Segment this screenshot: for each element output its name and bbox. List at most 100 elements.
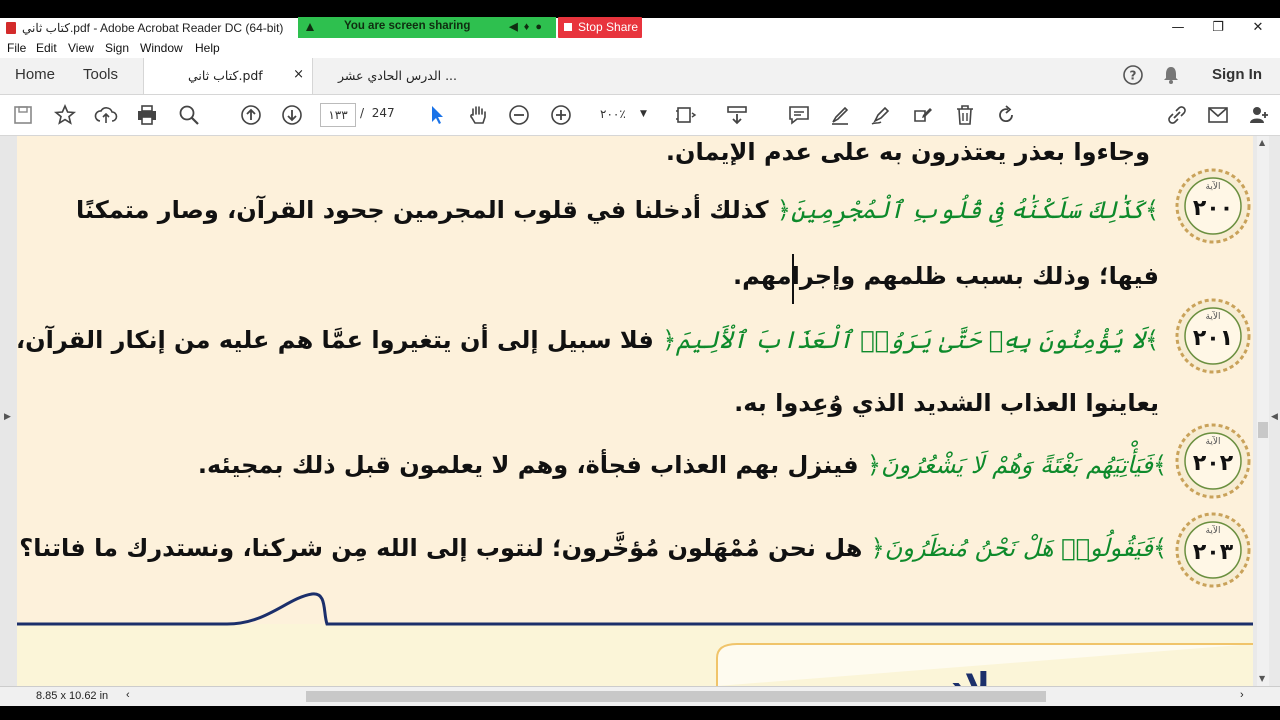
text-line: وجاءوا بعذر يعتذرون به على عدم الإيمان. [665, 138, 1150, 166]
page-number-input[interactable]: ١٣٣ [320, 103, 356, 127]
zoom-select[interactable]: ٢٠٠٪ ▼ [594, 103, 654, 125]
share-status-icons[interactable]: ◀♦● [509, 20, 548, 33]
print-icon[interactable] [135, 103, 159, 127]
bell-icon[interactable] [1160, 64, 1182, 86]
quran-bracket: ﴾ [1144, 196, 1159, 224]
verse-number-medallion: الآية ٢٠٢ [1175, 419, 1251, 503]
vertical-scrollbar[interactable]: ▲ ▼ [1257, 136, 1269, 686]
verse-number: ٢٠١ [1192, 326, 1234, 351]
horizontal-scroll-thumb[interactable] [306, 691, 1046, 702]
mic-icon[interactable]: ♦ [524, 21, 536, 33]
trash-icon[interactable] [953, 103, 977, 127]
verse-number: ٢٠٢ [1192, 451, 1234, 476]
verse-number: ٢٠٠ [1192, 196, 1234, 221]
search-icon[interactable] [177, 103, 201, 127]
scroll-up-icon[interactable]: ▲ [1259, 138, 1265, 147]
document-tab-active[interactable]: كتاب ثاني.pdf × [143, 58, 313, 94]
minimize-button[interactable]: — [1158, 18, 1198, 40]
speaker-icon[interactable]: ◀ [509, 21, 523, 33]
section-divider [17, 592, 1253, 686]
verse-number-medallion: الآية ٢٠١ [1175, 294, 1251, 378]
screen-bottom-border [0, 706, 1280, 720]
menu-window[interactable]: Window [140, 41, 183, 55]
screen-share-bar: You are screen sharing ◀♦● [298, 17, 556, 38]
expand-right-panel-icon[interactable]: ◀ [1271, 412, 1278, 422]
document-tab[interactable]: الدرس الحادي عشر ... [312, 58, 482, 94]
restore-button[interactable]: ❐ [1198, 18, 1238, 40]
sign-in-button[interactable]: Sign In [1212, 66, 1262, 83]
select-cursor-icon[interactable] [425, 103, 449, 127]
scroll-thumb[interactable] [1258, 422, 1268, 438]
quran-verse: كَذَٰلِكَ سَلَكْنَٰهُ فِى قُلُوبِ ٱلْمُج… [790, 196, 1145, 224]
tafsir-text: فلا سبيل إلى أن يتغيروا عمَّا هم عليه من… [17, 326, 654, 354]
email-icon[interactable] [1206, 103, 1230, 127]
verse-line: ﴾فَيَقُولُوا۟ هَلْ نَحْنُ مُنظَرُونَ﴿ هل… [19, 534, 1167, 562]
screen-share-message: You are screen sharing [344, 20, 471, 32]
page-total: / 247 [360, 106, 395, 120]
menu-view[interactable]: View [68, 41, 94, 55]
page-size-label: 8.85 x 10.62 in [36, 690, 109, 702]
text-line: فيها؛ وذلك بسبب ظلمهم وإجرامهم. [732, 262, 1159, 290]
close-window-button[interactable]: ✕ [1238, 18, 1278, 40]
highlight-pen-icon[interactable] [828, 103, 852, 127]
quran-verse: فَيَقُولُوا۟ هَلْ نَحْنُ مُنظَرُونَ [884, 534, 1153, 562]
hand-tool-icon[interactable] [466, 103, 490, 127]
comment-icon[interactable] [787, 103, 811, 127]
quran-bracket: ﴿ [776, 196, 791, 224]
shield-icon: ● [535, 21, 548, 33]
zoom-in-icon[interactable] [549, 103, 573, 127]
verse-number: ٢٠٣ [1192, 540, 1234, 565]
menu-edit[interactable]: Edit [36, 41, 57, 55]
fit-page-icon[interactable] [673, 103, 697, 127]
expand-left-panel-icon[interactable]: ▶ [4, 412, 11, 422]
share-user-icon[interactable] [1247, 103, 1271, 127]
close-tab-icon[interactable]: × [293, 67, 304, 82]
next-page-icon[interactable] [280, 103, 304, 127]
tab-home[interactable]: Home [15, 66, 55, 83]
verse-number-medallion: الآية ٢٠٠ [1175, 164, 1251, 248]
quran-bracket: ﴾ [1152, 451, 1167, 479]
redo-icon[interactable] [994, 103, 1018, 127]
scroll-down-icon[interactable]: ▼ [1259, 674, 1265, 683]
star-icon[interactable] [53, 103, 77, 127]
verse-line: ﴾كَذَٰلِكَ سَلَكْنَٰهُ فِى قُلُوبِ ٱلْمُ… [76, 196, 1159, 224]
verse-line: ﴾لَا يُؤْمِنُونَ بِهِۦ حَتَّىٰ يَرَوُا۟ … [17, 326, 1159, 354]
quran-bracket: ﴿ [870, 534, 885, 562]
scroll-mode-icon[interactable] [725, 103, 749, 127]
scroll-left-icon[interactable]: ‹ [126, 689, 130, 701]
previous-page-icon[interactable] [239, 103, 263, 127]
scroll-right-icon[interactable]: › [1240, 689, 1244, 701]
verse-label: الآية [1205, 526, 1221, 536]
pdf-page: وجاءوا بعذر يعتذرون به على عدم الإيمان. … [17, 136, 1253, 686]
next-section-heading: ميلاد [947, 666, 1026, 686]
stop-share-button[interactable]: Stop Share [558, 17, 642, 38]
verse-number-medallion: الآية ٢٠٣ [1175, 508, 1251, 592]
quran-verse: لَا يُؤْمِنُونَ بِهِۦ حَتَّىٰ يَرَوُا۟ ٱ… [676, 326, 1145, 354]
upload-cloud-icon[interactable] [94, 103, 118, 127]
menu-help[interactable]: Help [195, 41, 220, 55]
document-tab-label: الدرس الحادي عشر ... [338, 68, 458, 83]
verse-line: ﴾فَيَأْتِيَهُم بَغْتَةً وَهُمْ لَا يَشْع… [198, 451, 1167, 479]
text-line: يعاينوا العذاب الشديد الذي وُعِدوا به. [734, 389, 1159, 417]
help-icon[interactable]: ? [1122, 64, 1144, 86]
svg-text:?: ? [1130, 69, 1137, 83]
quran-bracket: ﴾ [1152, 534, 1167, 562]
document-tab-label: كتاب ثاني.pdf [188, 68, 263, 83]
tab-bar: Home Tools كتاب ثاني.pdf × الدرس الحادي … [0, 58, 1280, 95]
tafsir-text: فينزل بهم العذاب فجأة، وهم لا يعلمون قبل… [197, 451, 859, 479]
draw-pen-icon[interactable] [869, 103, 893, 127]
edit-stamp-icon[interactable] [911, 103, 935, 127]
menu-file[interactable]: File [7, 41, 26, 55]
stop-share-label: Stop Share [578, 20, 639, 34]
zoom-value: ٢٠٠٪ [600, 107, 626, 121]
save-icon[interactable] [11, 103, 35, 127]
tab-tools[interactable]: Tools [83, 66, 118, 83]
screen-top-border [0, 0, 1280, 18]
link-sign-icon[interactable] [1165, 103, 1189, 127]
menu-bar: File Edit View Sign Window Help [0, 40, 1280, 58]
zoom-out-icon[interactable] [507, 103, 531, 127]
chevron-down-icon[interactable]: ▼ [640, 103, 647, 125]
left-panel-gutter: ▶ [0, 136, 17, 686]
share-arrow-icon [306, 23, 314, 31]
menu-sign[interactable]: Sign [105, 41, 129, 55]
